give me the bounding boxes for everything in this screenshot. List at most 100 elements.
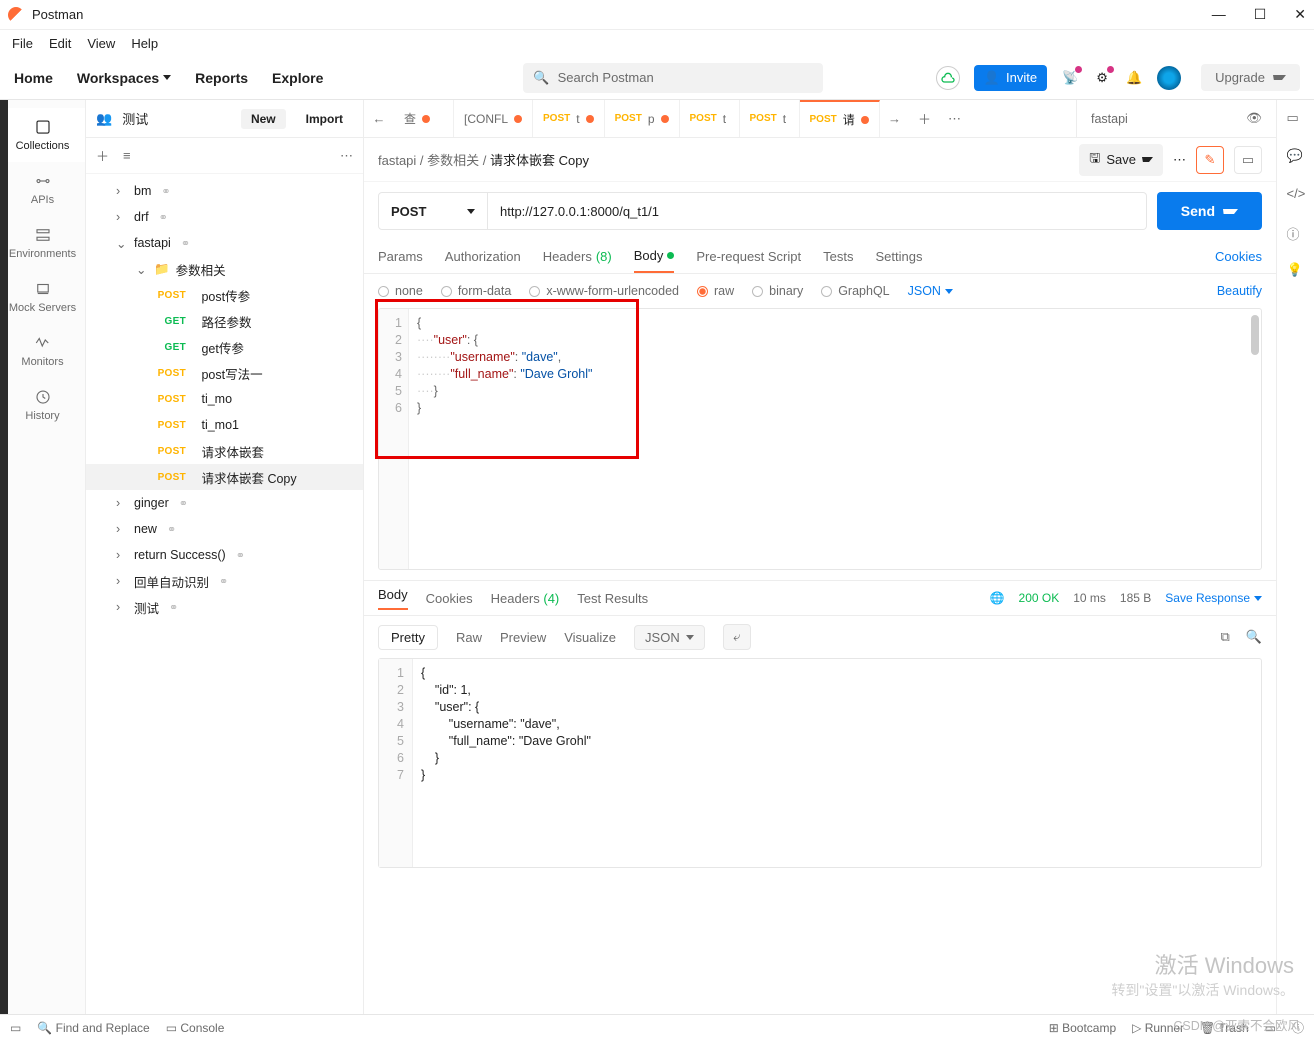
- add-icon[interactable]: ＋: [96, 146, 109, 165]
- docs-icon[interactable]: ▭: [1287, 110, 1305, 128]
- rail-mock[interactable]: Mock Servers: [0, 270, 85, 324]
- body-none[interactable]: none: [378, 284, 423, 298]
- new-button[interactable]: New: [241, 109, 286, 129]
- idea-icon[interactable]: 💡: [1287, 262, 1305, 280]
- method-selector[interactable]: POST: [378, 192, 488, 230]
- save-response-link[interactable]: Save Response: [1165, 591, 1262, 605]
- tab-headers[interactable]: Headers (8): [543, 240, 612, 273]
- filter-icon[interactable]: ≡: [123, 148, 131, 163]
- menu-view[interactable]: View: [87, 36, 115, 51]
- more-icon[interactable]: ⋯: [340, 148, 353, 164]
- upgrade-button[interactable]: Upgrade: [1201, 64, 1300, 91]
- tab[interactable]: POSTp: [605, 100, 680, 137]
- body-binary[interactable]: binary: [752, 284, 803, 298]
- tab-settings[interactable]: Settings: [875, 240, 922, 273]
- avatar[interactable]: [1157, 66, 1181, 90]
- more-icon[interactable]: ⋯: [1173, 152, 1186, 168]
- response-format-selector[interactable]: JSON: [634, 625, 705, 650]
- collection-fastapi[interactable]: ⌄fastapi⚭: [86, 230, 363, 256]
- request-row[interactable]: GET 路径参数: [86, 308, 363, 334]
- comments-icon[interactable]: 💬: [1287, 148, 1305, 166]
- workspace-name[interactable]: 测试: [122, 109, 231, 128]
- import-button[interactable]: Import: [296, 109, 353, 129]
- request-row[interactable]: POST 请求体嵌套: [86, 438, 363, 464]
- url-input[interactable]: http://127.0.0.1:8000/q_t1/1: [488, 192, 1147, 230]
- console[interactable]: ▭ Console: [166, 1021, 225, 1035]
- view-preview[interactable]: Preview: [500, 630, 546, 645]
- tab-add-icon[interactable]: ＋: [910, 100, 940, 137]
- nav-reports[interactable]: Reports: [195, 70, 248, 86]
- menu-file[interactable]: File: [12, 36, 33, 51]
- maximize-icon[interactable]: ☐: [1254, 6, 1267, 23]
- view-pretty[interactable]: Pretty: [378, 625, 438, 650]
- view-visualize[interactable]: Visualize: [564, 630, 616, 645]
- collection-drf[interactable]: ›drf⚭: [86, 204, 363, 230]
- sync-icon[interactable]: [936, 66, 960, 90]
- tab[interactable]: POSTt: [680, 100, 740, 137]
- tab[interactable]: POSTt: [740, 100, 800, 137]
- info-icon[interactable]: ⓘ: [1287, 224, 1305, 242]
- comment-icon[interactable]: ▭: [1234, 146, 1262, 174]
- menu-help[interactable]: Help: [131, 36, 158, 51]
- tab[interactable]: 查: [394, 100, 454, 137]
- minimize-icon[interactable]: —: [1212, 6, 1226, 23]
- collection-test[interactable]: ›测试⚭: [86, 594, 363, 620]
- beautify-link[interactable]: Beautify: [1217, 284, 1262, 298]
- body-raw[interactable]: raw: [697, 284, 734, 298]
- notifications-icon[interactable]: 🔔: [1125, 69, 1143, 87]
- body-urlencoded[interactable]: x-www-form-urlencoded: [529, 284, 679, 298]
- bootcamp[interactable]: ⊞ Bootcamp: [1049, 1021, 1116, 1035]
- tab-params[interactable]: Params: [378, 240, 423, 273]
- body-graphql[interactable]: GraphQL: [821, 284, 889, 298]
- nav-home[interactable]: Home: [14, 70, 53, 86]
- resp-tab-body[interactable]: Body: [378, 587, 408, 610]
- body-formdata[interactable]: form-data: [441, 284, 512, 298]
- nav-explore[interactable]: Explore: [272, 70, 323, 86]
- eye-icon[interactable]: 👁: [1246, 111, 1262, 126]
- environment-selector[interactable]: fastapi👁: [1076, 100, 1276, 137]
- tab-tests[interactable]: Tests: [823, 240, 853, 273]
- nav-workspaces[interactable]: Workspaces: [77, 70, 171, 86]
- collection-bm[interactable]: ›bm⚭: [86, 178, 363, 204]
- tab-prerequest[interactable]: Pre-request Script: [696, 240, 801, 273]
- folder-params[interactable]: ⌄📁参数相关: [86, 256, 363, 282]
- tab-forward-icon[interactable]: →: [880, 100, 910, 137]
- code[interactable]: { ····"user": { ········"username": "dav…: [409, 309, 1261, 569]
- sidebar-toggle-icon[interactable]: ▭: [10, 1021, 21, 1035]
- request-row[interactable]: POST ti_mo: [86, 386, 363, 412]
- tab-back-icon[interactable]: ←: [364, 100, 394, 137]
- resp-tab-headers[interactable]: Headers (4): [491, 591, 560, 606]
- tab[interactable]: [CONFL: [454, 100, 533, 137]
- request-row[interactable]: POST post传参: [86, 282, 363, 308]
- rail-environments[interactable]: Environments: [0, 216, 85, 270]
- resp-tab-tests[interactable]: Test Results: [577, 591, 648, 606]
- rail-history[interactable]: History: [0, 378, 85, 432]
- collection-new[interactable]: ›new⚭: [86, 516, 363, 542]
- tab-auth[interactable]: Authorization: [445, 240, 521, 273]
- tab-active[interactable]: POST请: [800, 100, 880, 137]
- cookies-link[interactable]: Cookies: [1215, 249, 1262, 264]
- collection-return[interactable]: ›return Success()⚭: [86, 542, 363, 568]
- search-icon[interactable]: 🔍: [1246, 629, 1262, 645]
- body-format-selector[interactable]: JSON: [908, 284, 953, 298]
- find-replace[interactable]: 🔍 Find and Replace: [37, 1021, 149, 1035]
- rail-monitors[interactable]: Monitors: [0, 324, 85, 378]
- rail-collections[interactable]: Collections: [0, 108, 85, 162]
- invite-button[interactable]: 👤Invite: [974, 65, 1047, 91]
- resp-tab-cookies[interactable]: Cookies: [426, 591, 473, 606]
- request-row-selected[interactable]: POST 请求体嵌套 Copy: [86, 464, 363, 490]
- collection-ginger[interactable]: ›ginger⚭: [86, 490, 363, 516]
- edit-icon[interactable]: ✎: [1196, 146, 1224, 174]
- view-raw[interactable]: Raw: [456, 630, 482, 645]
- settings-icon[interactable]: ⚙: [1093, 69, 1111, 87]
- globe-icon[interactable]: 🌐: [990, 591, 1005, 605]
- request-body-editor[interactable]: 123456 { ····"user": { ········"username…: [378, 308, 1262, 570]
- search-input[interactable]: 🔍 Search Postman: [523, 63, 823, 93]
- satellite-icon[interactable]: 📡: [1061, 69, 1079, 87]
- send-button[interactable]: Send: [1157, 192, 1262, 230]
- tab-more-icon[interactable]: ⋯: [940, 100, 970, 137]
- code-icon[interactable]: </>: [1287, 186, 1305, 204]
- request-row[interactable]: POST post写法一: [86, 360, 363, 386]
- tab[interactable]: POSTt: [533, 100, 605, 137]
- collection-auto[interactable]: ›回单自动识别⚭: [86, 568, 363, 594]
